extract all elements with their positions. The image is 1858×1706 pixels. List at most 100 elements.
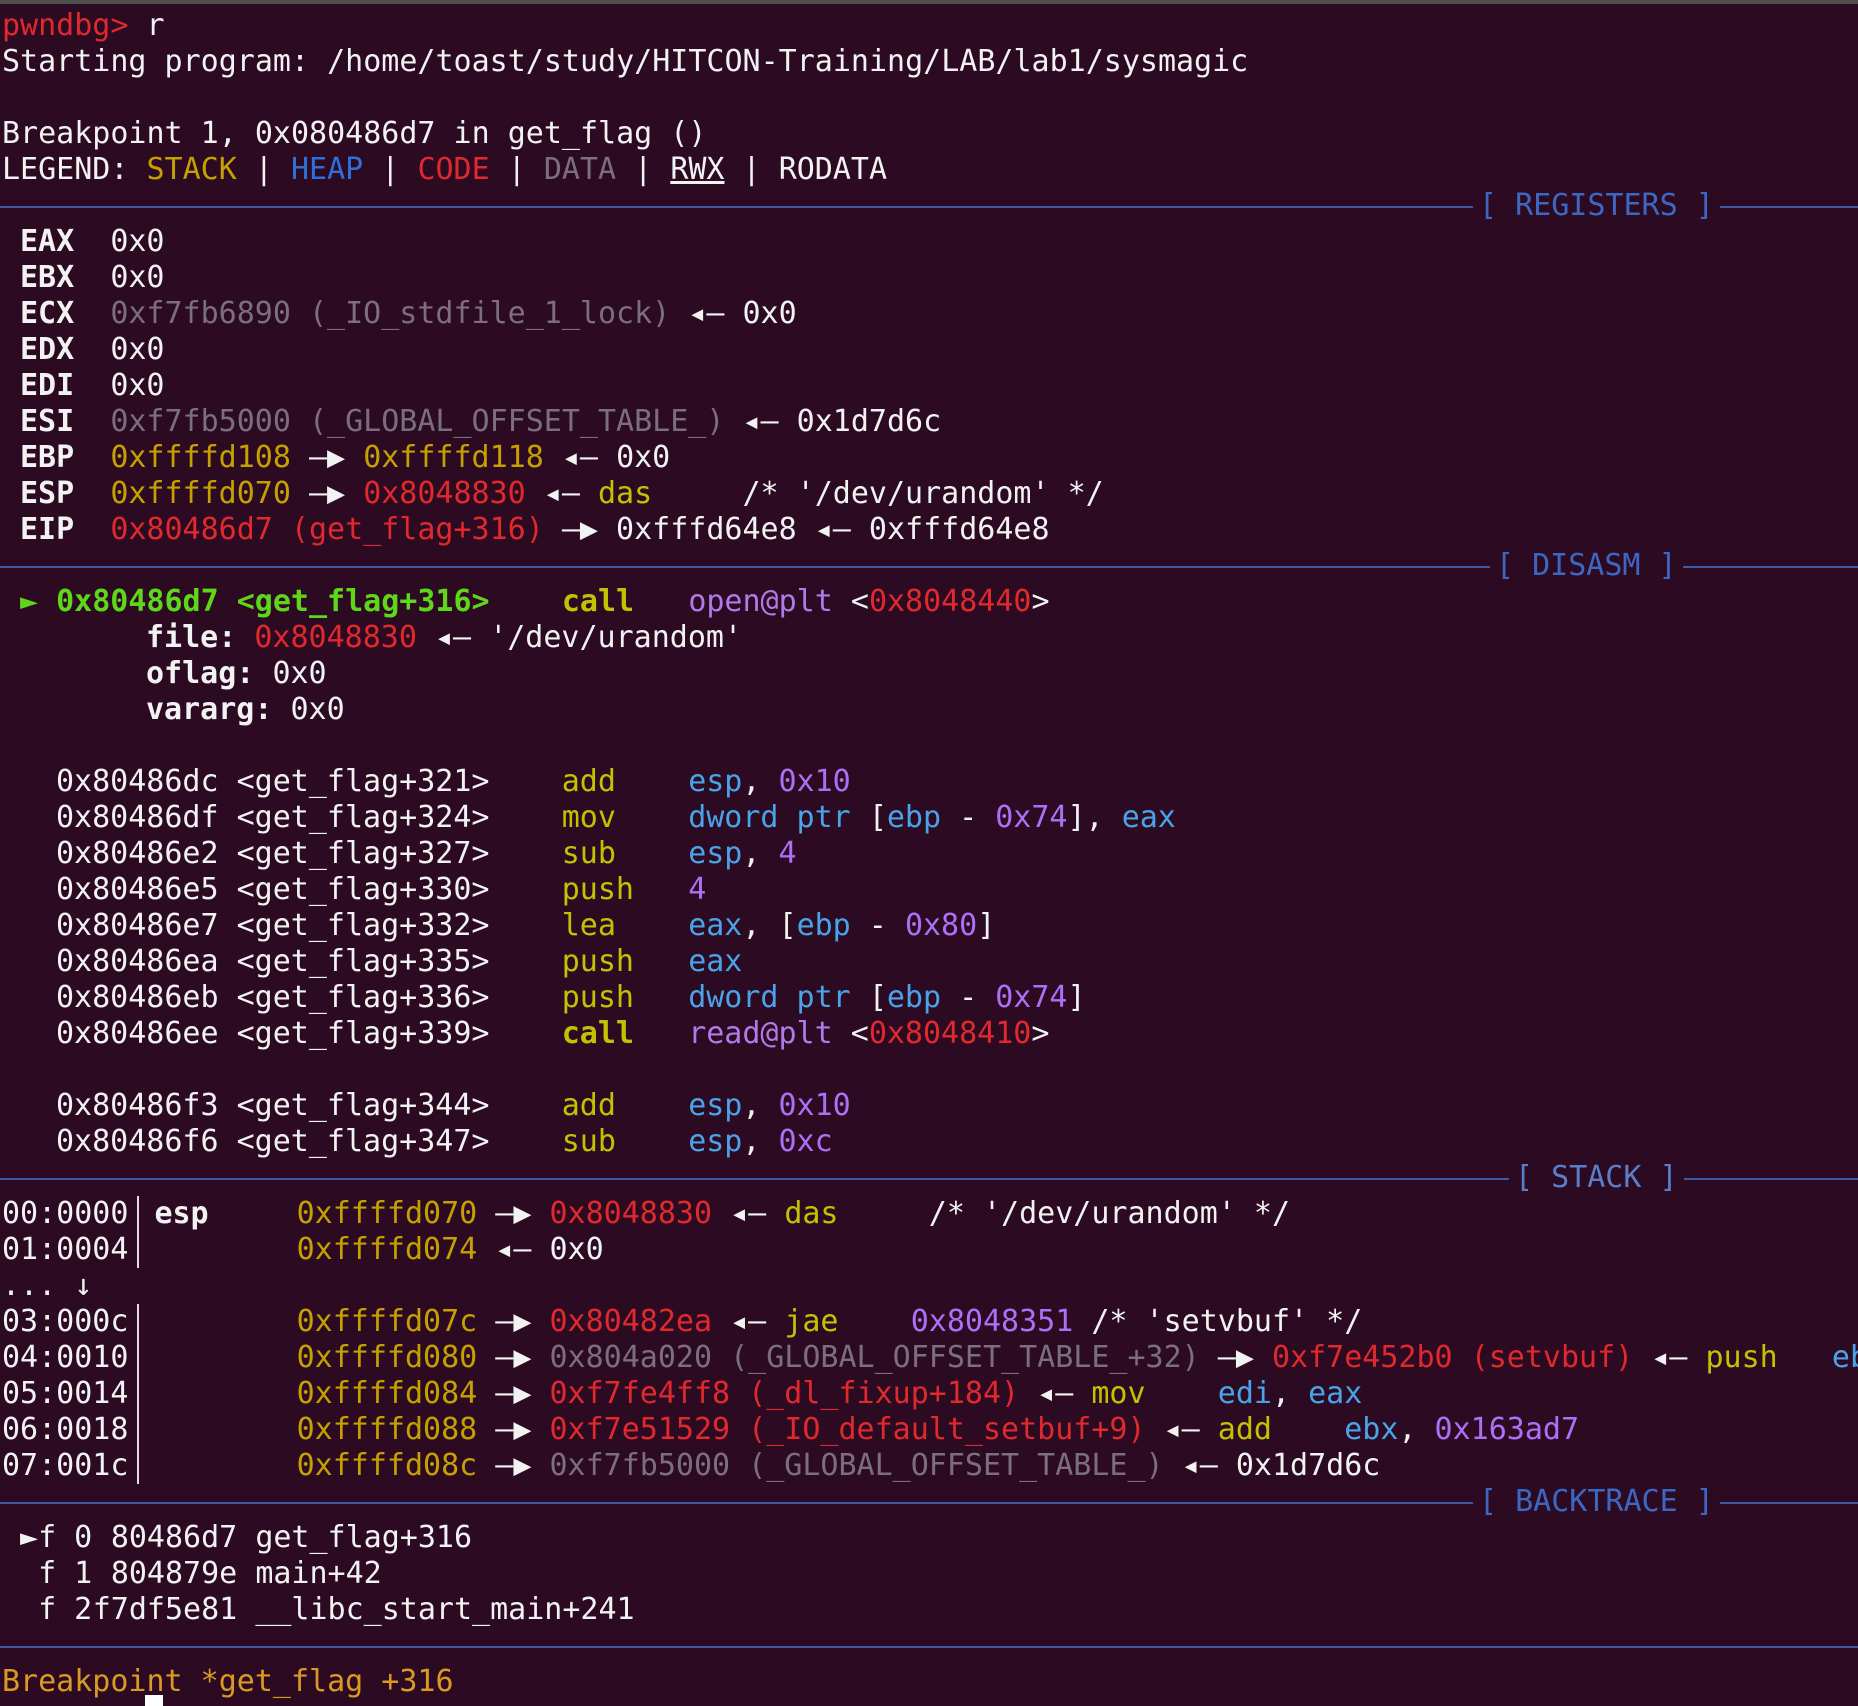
register-esp: ESP 0xffffd070 —▶ 0x8048830 ◂— das /* '/… (20, 476, 1104, 512)
disasm-operand: , (742, 1124, 779, 1159)
disasm-addr: 0x80486ee (56, 1016, 219, 1051)
legend-data: DATA (543, 152, 617, 187)
register-pointer: 0xfffd64e8 (616, 512, 797, 547)
register-name: EAX (20, 224, 75, 259)
disasm-sym: <get_flag+324> (236, 800, 490, 835)
legend-code: CODE (417, 152, 490, 187)
disasm-operand: 0x10 (778, 1088, 851, 1123)
stack-value: 0xf7fb5000 (_GLOBAL_OFFSET_TABLE_) (549, 1448, 1164, 1483)
stack-value: das (784, 1196, 839, 1231)
footer-breakpoint-line: Breakpoint *get_flag +316 (2, 1664, 454, 1699)
stack-address: 0xffffd070 (296, 1196, 478, 1231)
frame-index: f 0 (38, 1520, 93, 1555)
disasm-operand: , (742, 1088, 779, 1123)
backtrace-frame: f 1 804879e main+42 (20, 1556, 382, 1592)
disasm-operand: [ (868, 980, 887, 1015)
backtrace-title: [ BACKTRACE ] (1473, 1484, 1720, 1520)
legend-sep: | (489, 152, 544, 187)
disasm-mnemonic: add (561, 764, 616, 799)
stack-value: ◂— (712, 1196, 785, 1231)
register-name: ECX (20, 296, 75, 331)
arrow-left: ◂— (543, 440, 617, 475)
stack-value: 0xf7e51529 (_IO_default_setbuf+9) (549, 1412, 1146, 1447)
stack-row: 05:0014 0xffffd084 —▶ 0xf7fe4ff8 (_dl_fi… (2, 1376, 1362, 1412)
register-eax: EAX 0x0 (20, 224, 165, 260)
register-name: EDX (20, 332, 75, 367)
register-ebp: EBP 0xffffd108 —▶ 0xffffd118 ◂— 0x0 (20, 440, 670, 476)
register-eip: EIP 0x80486d7 (get_flag+316) —▶ 0xfffd64… (20, 512, 1050, 548)
stack-value: 0x804a020 (_GLOBAL_OFFSET_TABLE_+32) (549, 1340, 1200, 1375)
stack-value: 0x80482ea (549, 1304, 713, 1339)
disasm-arg-file: file: 0x8048830 ◂— '/dev/urandom' (146, 620, 742, 656)
disasm-operand: 4 (778, 836, 797, 871)
register-name: ESP (20, 476, 75, 511)
disasm-operand: esp (688, 836, 743, 871)
stack-skip-line: ... ↓ (2, 1268, 93, 1303)
disasm-operand: esp (688, 1124, 743, 1159)
disasm-row: 0x80486f3 <get_flag+344> add esp, 0x10 (56, 1088, 851, 1124)
disasm-operand: dword ptr (688, 800, 869, 835)
disasm-sym: <get_flag+344> (236, 1088, 490, 1123)
separator-rule (0, 1646, 1858, 1648)
arrow-left: ◂— (416, 620, 490, 655)
disasm-sym: <get_flag+336> (236, 980, 490, 1015)
disasm-mnemonic: mov (561, 800, 616, 835)
stack-value: 0x8048830 (549, 1196, 713, 1231)
terminal-window[interactable]: pwndbg> r Starting program: /home/toast/… (0, 0, 1858, 1706)
register-ebx: EBX 0x0 (20, 260, 165, 296)
register-name: EDI (20, 368, 75, 403)
disasm-sym: <get_flag+321> (236, 764, 490, 799)
disasm-mnemonic: push (561, 980, 634, 1015)
disasm-sym: <get_flag+332> (236, 908, 490, 943)
disasm-addr: 0x80486ea (56, 944, 219, 979)
disasm-sym: <get_flag+335> (236, 944, 490, 979)
command-line: pwndbg> r (2, 8, 165, 44)
stack-value: jae (784, 1304, 839, 1339)
frame-address: 80486d7 (110, 1520, 238, 1555)
stack-value: 0x163ad7 (1434, 1412, 1580, 1447)
stack-row: 01:0004 0xffffd074 ◂— 0x0 (2, 1232, 604, 1268)
stack-value: /* '/dev/urandom' */ (838, 1196, 1291, 1231)
register-name: ESI (20, 404, 75, 439)
disasm-row: 0x80486dc <get_flag+321> add esp, 0x10 (56, 764, 851, 800)
stack-value: —▶ (477, 1196, 550, 1231)
stack-separator: [ STACK ] (0, 1160, 1858, 1196)
disasm-operand: , (742, 836, 779, 871)
disasm-mnemonic: push (561, 872, 634, 907)
stack-value: /* 'setvbuf' */ (1073, 1304, 1363, 1339)
call-target: open@plt (688, 584, 833, 619)
disasm-operand: 0x74 (995, 800, 1068, 835)
register-deref: 0x1d7d6c (796, 404, 942, 439)
register-name: EBP (20, 440, 75, 475)
stack-address: 0xffffd08c (296, 1448, 478, 1483)
register-value: 0x0 (110, 224, 165, 259)
legend-sep: | (616, 152, 671, 187)
prompt-label: pwndbg> (2, 8, 129, 43)
disasm-addr: 0x80486dc (56, 764, 219, 799)
disasm-operand: 4 (688, 872, 707, 907)
stack-title: [ STACK ] (1509, 1160, 1684, 1196)
register-esi: ESI 0xf7fb5000 (_GLOBAL_OFFSET_TABLE_) ◂… (20, 404, 941, 440)
current-frame-marker-icon: ► (20, 1520, 39, 1555)
stack-index: 06:0018 (2, 1412, 129, 1447)
arg-name: oflag: (146, 656, 255, 691)
frame-symbol: __libc_start_main+241 (255, 1592, 635, 1627)
frame-address: 804879e (110, 1556, 238, 1591)
stack-value: —▶ (477, 1448, 550, 1483)
stack-value (839, 1304, 911, 1339)
register-comment: /* '/dev/urandom' */ (742, 476, 1104, 511)
arrow-left: ◂— (796, 512, 869, 547)
register-addr: 0xffffd070 (110, 476, 291, 511)
disasm-operand: ebp (886, 980, 942, 1015)
legend-sep: | (724, 152, 779, 187)
disasm-row: 0x80486ea <get_flag+335> push eax (56, 944, 742, 980)
text-cursor (145, 1695, 163, 1706)
register-ecx: ECX 0xf7fb6890 (_IO_stdfile_1_lock) ◂— 0… (20, 296, 797, 332)
backtrace-separator: [ BACKTRACE ] (0, 1484, 1858, 1520)
disasm-addr: 0x80486f3 (56, 1088, 219, 1123)
disasm-operand: , [ (742, 908, 797, 943)
disasm-operand: < (832, 1016, 869, 1051)
disasm-addr: 0x80486e7 (56, 908, 219, 943)
disasm-sym: <get_flag+347> (236, 1124, 490, 1159)
disasm-operand: eax (688, 944, 743, 979)
